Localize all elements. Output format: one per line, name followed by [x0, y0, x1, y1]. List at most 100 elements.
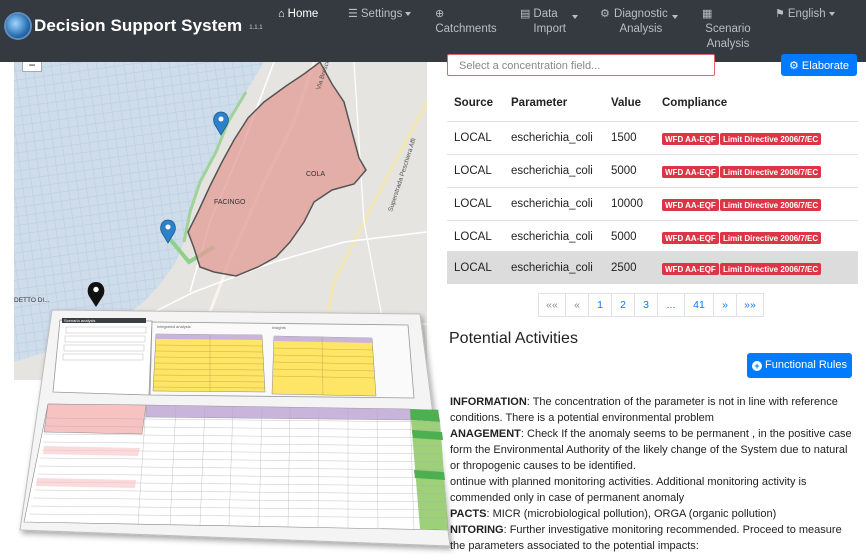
page-last[interactable]: »» — [736, 293, 764, 317]
page-1[interactable]: 1 — [588, 293, 612, 317]
map-canvas[interactable]: FACINGO COLA Via Brescia Superstrada Pes… — [14, 62, 427, 380]
nav-home-label: Home — [287, 8, 319, 20]
page-3[interactable]: 3 — [634, 293, 658, 317]
cogs-icon: ⚙ — [789, 60, 802, 72]
elaborate-button[interactable]: ⚙ Elaborate — [781, 54, 857, 76]
chevron-down-icon — [572, 15, 579, 19]
continue-paragraph: ontinue with planned monitoring activiti… — [450, 476, 807, 504]
compliance-table: Source Parameter Value Compliance LOCAL … — [447, 86, 858, 284]
cell-value: 2500 — [611, 262, 637, 274]
nav-scenario[interactable]: ▦ Scenario Analysis — [698, 7, 754, 52]
pagination: «« « 1 2 3 ... 41 » »» — [538, 293, 764, 317]
cell-parameter: escherichia_coli — [511, 262, 593, 274]
nav-settings[interactable]: ☰ Settings — [348, 7, 412, 22]
nav-data-import[interactable]: ▤ Data Import — [520, 7, 580, 37]
functional-rules-label: Functional Rules — [765, 359, 847, 371]
cell-source: LOCAL — [454, 198, 492, 210]
header-parameter: Parameter — [511, 97, 568, 109]
table-row-highlighted[interactable]: LOCAL escherichia_coli 2500 WFD AA-EQF L… — [447, 251, 858, 284]
cell-source: LOCAL — [454, 262, 492, 274]
cell-value: 1500 — [611, 132, 637, 144]
cell-parameter: escherichia_coli — [511, 198, 593, 210]
brand[interactable]: Decision Support System 1.1.1 — [6, 14, 263, 38]
badge-limit-directive: Limit Directive 2006/7/EC — [720, 166, 822, 178]
impacts-paragraph: PACTS: MICR (microbiological pollution),… — [450, 506, 860, 522]
management-label: ANAGEMENT — [450, 428, 521, 440]
map-label-facingo: FACINGO — [214, 199, 246, 206]
plus-circle-icon: + — [752, 361, 763, 371]
page-ellipsis: ... — [657, 293, 685, 317]
functional-rules-button[interactable]: + Functional Rules — [747, 353, 852, 378]
cell-parameter: escherichia_coli — [511, 231, 593, 243]
impacts-text: : MICR (microbiological pollution), ORGA… — [486, 508, 777, 520]
map-label-cola: COLA — [306, 171, 325, 178]
page-next[interactable]: » — [713, 293, 737, 317]
badge-limit-directive: Limit Directive 2006/7/EC — [720, 263, 822, 275]
page-41[interactable]: 41 — [684, 293, 714, 317]
navbar: Decision Support System 1.1.1 ⌂ Home ☰ Set… — [0, 0, 866, 62]
table-row[interactable]: LOCAL escherichia_coli 5000 WFD AA-EQF L… — [447, 154, 858, 187]
cell-source: LOCAL — [454, 165, 492, 177]
elaborate-label: Elaborate — [801, 60, 850, 72]
badge-wfd: WFD AA-EQF — [662, 263, 719, 275]
page-first[interactable]: «« — [538, 293, 566, 317]
concentration-select[interactable]: Select a concentration field... — [447, 54, 715, 76]
activities-text: INFORMATION: The concentration of the pa… — [450, 394, 860, 554]
nav-home[interactable]: ⌂ Home — [278, 7, 318, 22]
badge-limit-directive: Limit Directive 2006/7/EC — [720, 232, 822, 244]
nav-language-label: English — [787, 8, 826, 20]
cogs-icon: ⚙ — [600, 8, 610, 20]
cell-parameter: escherichia_coli — [511, 165, 593, 177]
badge-wfd: WFD AA-EQF — [662, 232, 719, 244]
management-paragraph: ANAGEMENT: Check If the anomaly seems to… — [450, 426, 860, 474]
file-icon: ▤ — [520, 8, 531, 20]
sliders-icon: ☰ — [348, 8, 358, 20]
table-row[interactable]: LOCAL escherichia_coli 5000 WFD AA-EQF L… — [447, 220, 858, 253]
app-version: 1.1.1 — [249, 25, 263, 31]
flag-icon: ⚑ — [775, 8, 785, 20]
badge-wfd: WFD AA-EQF — [662, 199, 719, 211]
cell-source: LOCAL — [454, 132, 492, 144]
cell-value: 5000 — [611, 165, 637, 177]
badge-wfd: WFD AA-EQF — [662, 166, 719, 178]
nav-data-import-label: Data Import — [533, 8, 566, 35]
table-row[interactable]: LOCAL escherichia_coli 10000 WFD AA-EQF … — [447, 187, 858, 220]
nav-catchments[interactable]: ⊕ Catchments — [433, 7, 499, 37]
impacts-label: PACTS — [450, 508, 487, 520]
map-label-tail: DETTO DI... — [14, 297, 50, 304]
header-value: Value — [611, 97, 642, 109]
cell-parameter: escherichia_coli — [511, 132, 593, 144]
table-row[interactable]: LOCAL escherichia_coli 1500 WFD AA-EQF L… — [447, 121, 858, 154]
nav-catchments-label: Catchments — [435, 23, 497, 35]
monitoring-label: NITORING — [450, 524, 504, 536]
monitoring-paragraph: NITORING: Further investigative monitori… — [450, 522, 860, 554]
header-compliance: Compliance — [662, 97, 728, 109]
info-paragraph: INFORMATION: The concentration of the pa… — [450, 394, 860, 426]
info-label: INFORMATION — [450, 396, 527, 408]
app-title: Decision Support System — [34, 16, 243, 35]
cell-value: 5000 — [611, 231, 637, 243]
nav-settings-label: Settings — [360, 8, 403, 20]
cell-value: 10000 — [611, 198, 643, 210]
badge-wfd: WFD AA-EQF — [662, 133, 719, 145]
potential-activities-title: Potential Activities — [449, 330, 578, 347]
home-icon: ⌂ — [278, 8, 285, 20]
page-prev[interactable]: « — [565, 293, 589, 317]
monitoring-text: : Further investigative monitoring recom… — [450, 524, 842, 552]
map-view[interactable]: FACINGO COLA Via Brescia Superstrada Pes… — [14, 62, 427, 380]
badge-limit-directive: Limit Directive 2006/7/EC — [720, 133, 822, 145]
cell-source: LOCAL — [454, 231, 492, 243]
chevron-down-icon — [828, 11, 835, 16]
globe-icon: ⊕ — [435, 8, 445, 20]
globe-logo-icon — [6, 14, 30, 38]
header-source: Source — [454, 97, 493, 109]
chevron-down-icon — [671, 15, 678, 19]
nav-diagnostic[interactable]: ⚙ Diagnostic Analysis — [600, 7, 680, 37]
nav-language[interactable]: ⚑ English — [775, 7, 835, 22]
nav-scenario-label: Scenario Analysis — [705, 23, 751, 50]
badge-limit-directive: Limit Directive 2006/7/EC — [720, 199, 822, 211]
zoom-out-button[interactable]: − — [22, 59, 42, 72]
page-2[interactable]: 2 — [611, 293, 635, 317]
chevron-down-icon — [405, 11, 412, 16]
table-icon: ▦ — [702, 8, 713, 20]
